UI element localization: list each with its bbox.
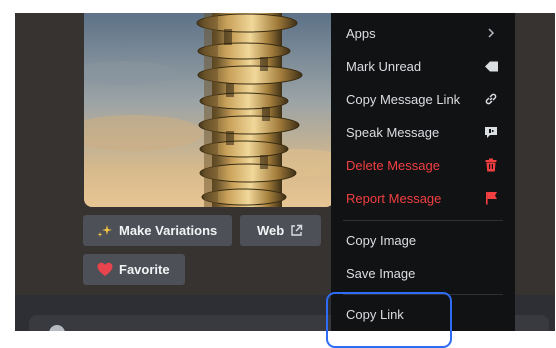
- web-button[interactable]: Web: [240, 215, 321, 246]
- context-menu: Apps Mark Unread Copy Message Link Speak…: [331, 13, 515, 331]
- trash-icon: [483, 157, 499, 173]
- menu-item-mark-unread[interactable]: Mark Unread: [339, 51, 507, 81]
- mark-unread-icon: [483, 58, 499, 74]
- menu-item-copy-image[interactable]: Copy Image: [339, 225, 507, 255]
- menu-item-speak-message[interactable]: Speak Message: [339, 117, 507, 147]
- speak-icon: [483, 124, 499, 140]
- external-link-icon: [290, 224, 303, 237]
- menu-separator: [343, 294, 503, 295]
- menu-item-apps[interactable]: Apps: [339, 18, 507, 48]
- add-attachment-icon[interactable]: [49, 325, 65, 331]
- chevron-right-icon: [483, 25, 499, 41]
- favorite-label: Favorite: [119, 262, 170, 277]
- make-variations-button[interactable]: Make Variations: [83, 215, 232, 246]
- heart-icon: [97, 262, 113, 277]
- menu-item-report-message[interactable]: Report Message: [339, 183, 507, 213]
- menu-item-save-image[interactable]: Save Image: [339, 258, 507, 288]
- sparkles-icon: [97, 224, 113, 238]
- link-icon: [483, 91, 499, 107]
- menu-separator: [343, 220, 503, 221]
- web-label: Web: [257, 223, 285, 238]
- make-variations-label: Make Variations: [119, 223, 218, 238]
- app-window: Make Variations Web Favorite Apps Mark U…: [15, 13, 555, 331]
- menu-item-copy-link[interactable]: Copy Link: [339, 299, 507, 329]
- menu-item-delete-message[interactable]: Delete Message: [339, 150, 507, 180]
- golden-tower-image[interactable]: [84, 13, 334, 207]
- flag-icon: [483, 190, 499, 206]
- menu-item-copy-message-link[interactable]: Copy Message Link: [339, 84, 507, 114]
- favorite-button[interactable]: Favorite: [83, 254, 185, 285]
